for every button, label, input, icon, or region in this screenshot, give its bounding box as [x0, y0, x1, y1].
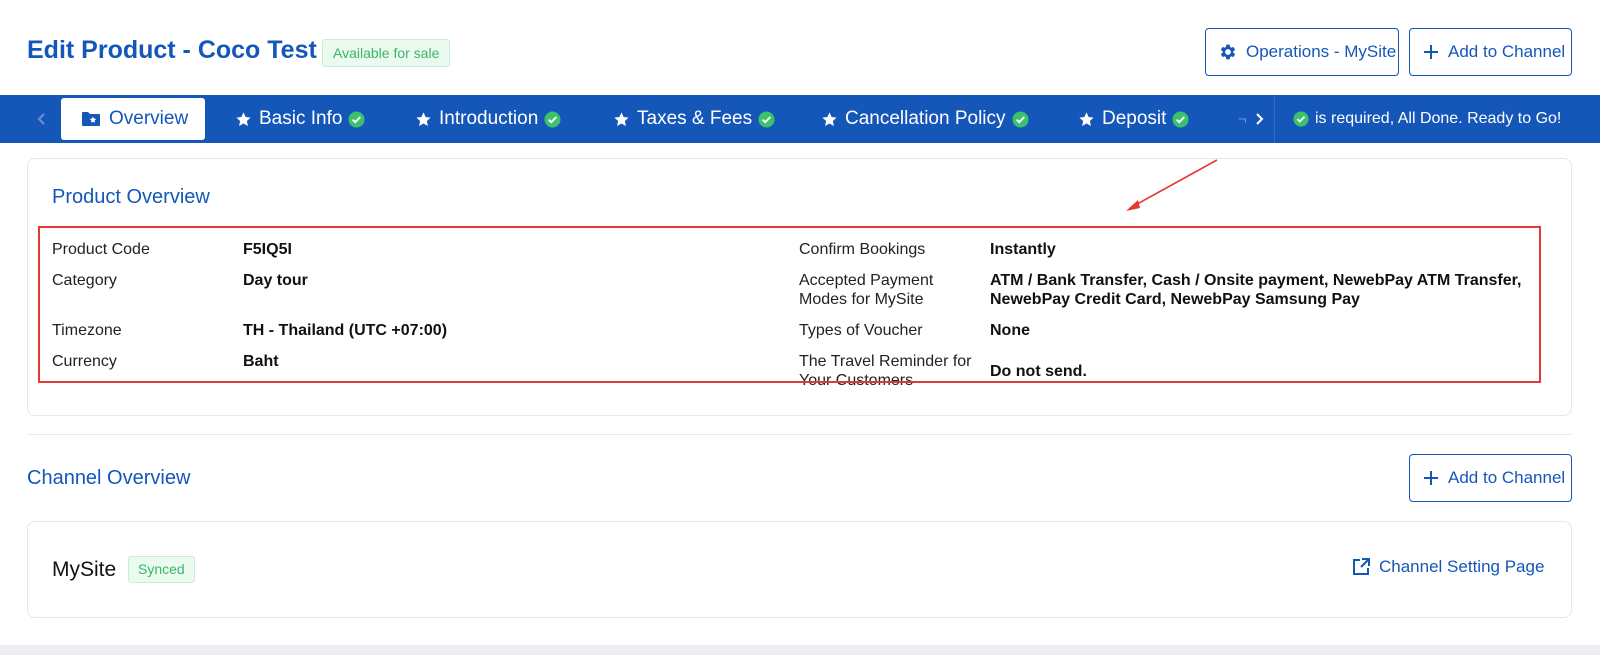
- operations-button-label: Operations - MySite: [1246, 42, 1397, 61]
- field-label-category: Category: [52, 272, 117, 289]
- star-icon: [1078, 111, 1095, 128]
- tab-prev-arrow[interactable]: [28, 95, 56, 143]
- add-to-channel-button[interactable]: Add to Channel: [1409, 28, 1572, 76]
- page-header: Edit Product - Coco Test Available for s…: [0, 0, 1600, 95]
- tab-cancellation-policy[interactable]: Cancellation Policy: [821, 98, 1029, 140]
- field-value-category: Day tour: [243, 272, 308, 289]
- tab-cancellation-policy-label: Cancellation Policy: [845, 108, 1006, 129]
- field-value-timezone: TH - Thailand (UTC +07:00): [243, 322, 448, 339]
- field-value-payment-modes-line1: ATM / Bank Transfer, Cash / Onsite payme…: [990, 272, 1522, 289]
- field-label-payment-modes-line2: Modes for MySite: [799, 291, 924, 308]
- section-divider: [27, 434, 1572, 435]
- field-value-product-code: F5IQ5I: [243, 241, 292, 258]
- tab-overview-label: Overview: [109, 108, 189, 129]
- field-value-payment-modes-line2: NewebPay Credit Card, NewebPay Samsung P…: [990, 291, 1360, 308]
- channel-name: MySite: [52, 558, 117, 581]
- channel-overview-title: Channel Overview: [27, 467, 191, 489]
- add-to-channel-label-secondary: Add to Channel: [1448, 468, 1566, 487]
- operations-button[interactable]: Operations - MySite: [1205, 28, 1399, 76]
- field-label-timezone: Timezone: [52, 322, 122, 339]
- folder-star-icon: [81, 110, 101, 128]
- field-label-currency: Currency: [52, 353, 117, 370]
- page-title: Edit Product - Coco Test: [27, 36, 317, 64]
- check-circle-icon: [1012, 110, 1029, 128]
- check-circle-icon: [544, 110, 561, 128]
- field-value-travel-reminder: Do not send.: [990, 363, 1087, 380]
- channel-card: MySite Synced Channel Setting Page: [27, 521, 1572, 618]
- tab-status: is required, All Done. Ready to Go!: [1293, 95, 1561, 143]
- star-icon: [235, 111, 252, 128]
- tab-introduction[interactable]: Introduction: [415, 98, 561, 140]
- tab-divider: [1274, 95, 1275, 143]
- tab-bar: Overview Basic Info Introduction Taxes &…: [0, 95, 1600, 143]
- field-label-travel-reminder-line2: Your Customers: [799, 372, 914, 389]
- field-value-currency: Baht: [243, 353, 279, 370]
- check-circle-icon: [1293, 111, 1309, 127]
- star-icon: [613, 111, 630, 128]
- tab-deposit-label: Deposit: [1102, 108, 1167, 129]
- check-circle-icon: [348, 110, 365, 128]
- status-badge: Available for sale: [322, 39, 451, 67]
- tab-status-text: is required, All Done. Ready to Go!: [1315, 110, 1562, 127]
- add-to-channel-label: Add to Channel: [1448, 42, 1566, 61]
- tab-introduction-label: Introduction: [439, 108, 539, 129]
- tab-overview[interactable]: Overview: [61, 98, 205, 140]
- external-link-icon: [1351, 557, 1371, 577]
- field-label-travel-reminder-line1: The Travel Reminder for: [799, 353, 972, 370]
- tab-taxes-fees[interactable]: Taxes & Fees: [613, 98, 775, 140]
- plus-icon: [1422, 469, 1440, 487]
- add-to-channel-button-secondary[interactable]: Add to Channel: [1409, 454, 1572, 502]
- check-circle-icon: [758, 110, 775, 128]
- product-overview-title: Product Overview: [52, 186, 210, 208]
- check-circle-icon: [1172, 110, 1189, 128]
- gear-icon: [1218, 42, 1238, 62]
- tab-deposit[interactable]: Deposit: [1078, 98, 1189, 140]
- field-value-confirm-bookings: Instantly: [990, 241, 1056, 258]
- tab-next-arrow[interactable]: [1246, 95, 1272, 143]
- bottom-strip: [0, 645, 1600, 655]
- field-label-payment-modes-line1: Accepted Payment: [799, 272, 934, 289]
- channel-setting-label: Channel Setting Page: [1379, 557, 1545, 576]
- star-icon: [821, 111, 838, 128]
- channel-setting-link[interactable]: Channel Setting Page: [1351, 557, 1544, 577]
- synced-badge: Synced: [128, 556, 195, 583]
- field-value-voucher-types: None: [990, 322, 1030, 339]
- plus-icon: [1422, 43, 1440, 61]
- star-icon: [415, 111, 432, 128]
- tab-basic-info-label: Basic Info: [259, 108, 343, 129]
- tab-basic-info[interactable]: Basic Info: [235, 98, 365, 140]
- field-label-product-code: Product Code: [52, 241, 150, 258]
- field-label-voucher-types: Types of Voucher: [799, 322, 923, 339]
- tab-taxes-fees-label: Taxes & Fees: [637, 108, 753, 129]
- field-label-confirm-bookings: Confirm Bookings: [799, 241, 926, 258]
